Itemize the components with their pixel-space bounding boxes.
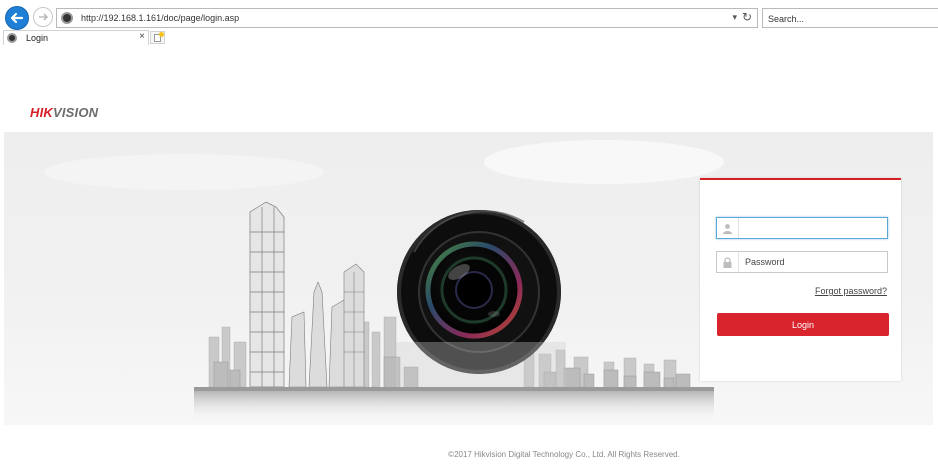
hikvision-logo: HIKVISION bbox=[30, 105, 98, 120]
address-url[interactable]: http://192.168.1.161/doc/page/login.asp bbox=[81, 13, 239, 23]
tab-favicon-icon bbox=[7, 33, 17, 43]
username-field[interactable] bbox=[716, 217, 888, 239]
back-button[interactable] bbox=[5, 6, 29, 30]
logo-text-red: HIK bbox=[30, 105, 53, 120]
lock-icon bbox=[717, 252, 739, 272]
tab-login[interactable]: Login × bbox=[3, 30, 149, 45]
forward-button[interactable] bbox=[33, 7, 53, 27]
new-tab-badge-icon bbox=[159, 32, 164, 37]
address-bar[interactable]: http://192.168.1.161/doc/page/login.asp … bbox=[56, 8, 758, 28]
username-input[interactable] bbox=[745, 219, 887, 237]
forgot-password-link[interactable]: Forgot password? bbox=[815, 286, 887, 296]
browser-chrome: http://192.168.1.161/doc/page/login.asp … bbox=[0, 0, 938, 45]
browser-search-input[interactable] bbox=[763, 10, 938, 28]
logo-text-grey: VISION bbox=[53, 105, 99, 120]
browser-search[interactable] bbox=[762, 8, 938, 28]
login-panel: Forgot password? Login bbox=[700, 178, 901, 381]
back-arrow-icon bbox=[10, 12, 24, 24]
forward-arrow-icon bbox=[39, 13, 49, 21]
tab-close-icon[interactable]: × bbox=[139, 31, 145, 42]
copyright-footer: ©2017 Hikvision Digital Technology Co., … bbox=[448, 450, 680, 459]
refresh-icon[interactable]: ↻ bbox=[742, 10, 752, 24]
new-tab-button[interactable] bbox=[150, 31, 165, 44]
password-input[interactable] bbox=[745, 253, 887, 271]
user-icon bbox=[717, 218, 739, 238]
address-dropdown-icon[interactable]: ▾ bbox=[732, 12, 737, 23]
password-field[interactable] bbox=[716, 251, 888, 273]
site-favicon-icon bbox=[61, 12, 73, 24]
login-button[interactable]: Login bbox=[717, 313, 889, 336]
tab-title: Login bbox=[26, 33, 49, 43]
